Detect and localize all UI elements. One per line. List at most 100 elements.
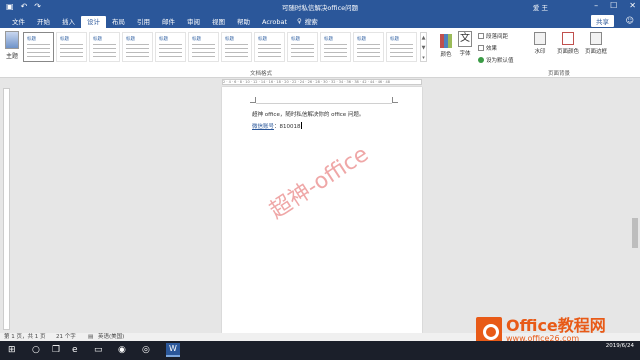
document-page[interactable]: 超神 office，随时私信解决你的 office 问题。 微信账号：81001…	[222, 87, 422, 333]
page-borders-button[interactable]: 页面边框	[585, 32, 607, 55]
style-set-item[interactable]: 标题	[122, 32, 153, 62]
style-set-title: 标题	[192, 37, 201, 42]
set-default-button[interactable]: 设为默认值	[478, 56, 514, 64]
search-box[interactable]: ♀ 搜索	[297, 16, 318, 26]
tab-0[interactable]: 文件	[6, 16, 31, 28]
page-background-buttons: 水印 页面颜色 页面边框	[529, 32, 607, 55]
style-preview-line	[192, 56, 215, 57]
minimize-icon[interactable]: –	[594, 1, 598, 10]
style-preview-line	[357, 56, 380, 57]
style-preview-line	[93, 48, 116, 49]
tab-9[interactable]: 帮助	[231, 16, 256, 28]
close-icon[interactable]: ✕	[629, 1, 636, 10]
vertical-scrollbar[interactable]	[630, 88, 640, 332]
tab-4[interactable]: 布局	[106, 16, 131, 28]
language[interactable]: 英语(美国)	[98, 333, 124, 341]
ribbon-tabs: 文件 开始 插入 设计 布局 引用 邮件 审阅 视图 帮助 Acrobat	[6, 16, 293, 28]
style-preview-line	[258, 56, 281, 57]
style-set-title: 标题	[159, 37, 168, 42]
proofing-icon[interactable]: ▤	[88, 333, 93, 341]
tab-1[interactable]: 开始	[31, 16, 56, 28]
wechat-icon[interactable]: ◎	[142, 345, 150, 356]
task-view-icon[interactable]: ❐	[52, 345, 60, 356]
style-set-item[interactable]: 标题	[89, 32, 120, 62]
word-taskbar-icon[interactable]: W	[166, 343, 180, 357]
style-preview-line	[27, 52, 50, 53]
style-set-item[interactable]: 标题	[320, 32, 351, 62]
paragraph-spacing-button[interactable]: 段落间距	[478, 32, 514, 40]
style-preview-line	[126, 48, 149, 49]
page-count[interactable]: 第 1 页，共 1 页	[4, 333, 46, 341]
tab-3[interactable]: 设计	[81, 16, 106, 28]
style-preview-line	[126, 52, 149, 53]
text-cursor	[300, 122, 302, 129]
user-name[interactable]: 爱 王	[533, 2, 548, 12]
ruler-ticks[interactable]: 2 · 4 · 6 · 8 · 10 · 12 · 14 · 16 · 18 ·…	[222, 79, 422, 85]
tab-10[interactable]: Acrobat	[256, 16, 293, 28]
word-count[interactable]: 21 个字	[56, 333, 76, 341]
system-tray[interactable]: 2019/6/24	[606, 342, 634, 350]
style-preview-line	[390, 48, 413, 49]
style-set-item[interactable]: 标题	[23, 32, 54, 62]
start-icon[interactable]: ⊞	[8, 345, 16, 356]
scrollbar-thumb[interactable]	[632, 218, 638, 248]
paragraph-spacing-icon	[478, 33, 484, 39]
body-text-line[interactable]: 超神 office，随时私信解决你的 office 问题。	[252, 110, 364, 118]
themes-button[interactable]: 主题	[4, 31, 20, 60]
search-icon[interactable]: ○	[32, 345, 40, 356]
style-set-item[interactable]: 标题	[353, 32, 384, 62]
style-set-item[interactable]: 标题	[386, 32, 417, 62]
watermark-label: 水印	[534, 49, 546, 55]
tab-7[interactable]: 审阅	[181, 16, 206, 28]
lightbulb-icon: ♀	[297, 17, 302, 25]
colors-icon	[440, 34, 452, 48]
style-preview-line	[126, 44, 149, 45]
style-set-item[interactable]: 标题	[287, 32, 318, 62]
style-set-title: 标题	[291, 37, 300, 42]
vertical-ruler	[3, 88, 10, 330]
style-preview-line	[357, 52, 380, 53]
style-set-title: 标题	[324, 37, 333, 42]
style-preview-line	[192, 52, 215, 53]
watermark-button[interactable]: 水印	[529, 32, 551, 55]
gallery-scroll[interactable]: ▲ ▼ ▾	[420, 32, 427, 62]
style-set-item[interactable]: 标题	[254, 32, 285, 62]
paragraph-spacing-label: 段落间距	[486, 34, 509, 40]
style-set-title: 标题	[390, 37, 399, 42]
share-button[interactable]: 共享	[591, 15, 614, 27]
fonts-label: 字体	[459, 51, 471, 57]
comment-icon[interactable]: ☺	[626, 16, 634, 25]
style-preview-line	[291, 48, 314, 49]
style-set-item[interactable]: 标题	[221, 32, 252, 62]
folder-icon[interactable]: ▭	[94, 345, 103, 356]
style-preview-line	[390, 44, 413, 45]
fonts-button[interactable]: 文 字体	[457, 31, 473, 57]
tab-5[interactable]: 引用	[131, 16, 156, 28]
tab-8[interactable]: 视图	[206, 16, 231, 28]
effects-button[interactable]: 效果	[478, 44, 514, 52]
colors-button[interactable]: 颜色	[439, 34, 453, 58]
style-preview-line	[27, 44, 50, 45]
contact-line[interactable]: 微信账号：810018	[252, 122, 302, 130]
style-preview-line	[225, 56, 248, 57]
design-ribbon: 主题 标题 标题 标题 标题 标题 标题 标题 标题 标题 标题 标题 标题 ▲ ▼ ▾ 颜色 文 字体 …	[0, 28, 640, 78]
style-preview-line	[324, 44, 347, 45]
style-preview-line	[324, 48, 347, 49]
style-set-item[interactable]: 标题	[188, 32, 219, 62]
style-preview-line	[159, 44, 182, 45]
maximize-icon[interactable]: ☐	[610, 1, 617, 10]
margin-corner	[392, 97, 398, 103]
page-color-button[interactable]: 页面颜色	[557, 32, 579, 55]
style-preview-line	[159, 52, 182, 53]
themes-icon	[5, 31, 19, 49]
style-set-item[interactable]: 标题	[155, 32, 186, 62]
tab-6[interactable]: 邮件	[156, 16, 181, 28]
style-set-item[interactable]: 标题	[56, 32, 87, 62]
windows-taskbar: ⊞ ○ ❐ e ▭ ◉ ◎ W 2019/6/24	[0, 341, 640, 360]
watermark-icon	[534, 32, 546, 45]
tab-2[interactable]: 插入	[56, 16, 81, 28]
style-preview-line	[27, 56, 50, 57]
style-preview-line	[291, 44, 314, 45]
edge-icon[interactable]: e	[72, 345, 78, 356]
chrome-icon[interactable]: ◉	[118, 345, 126, 356]
